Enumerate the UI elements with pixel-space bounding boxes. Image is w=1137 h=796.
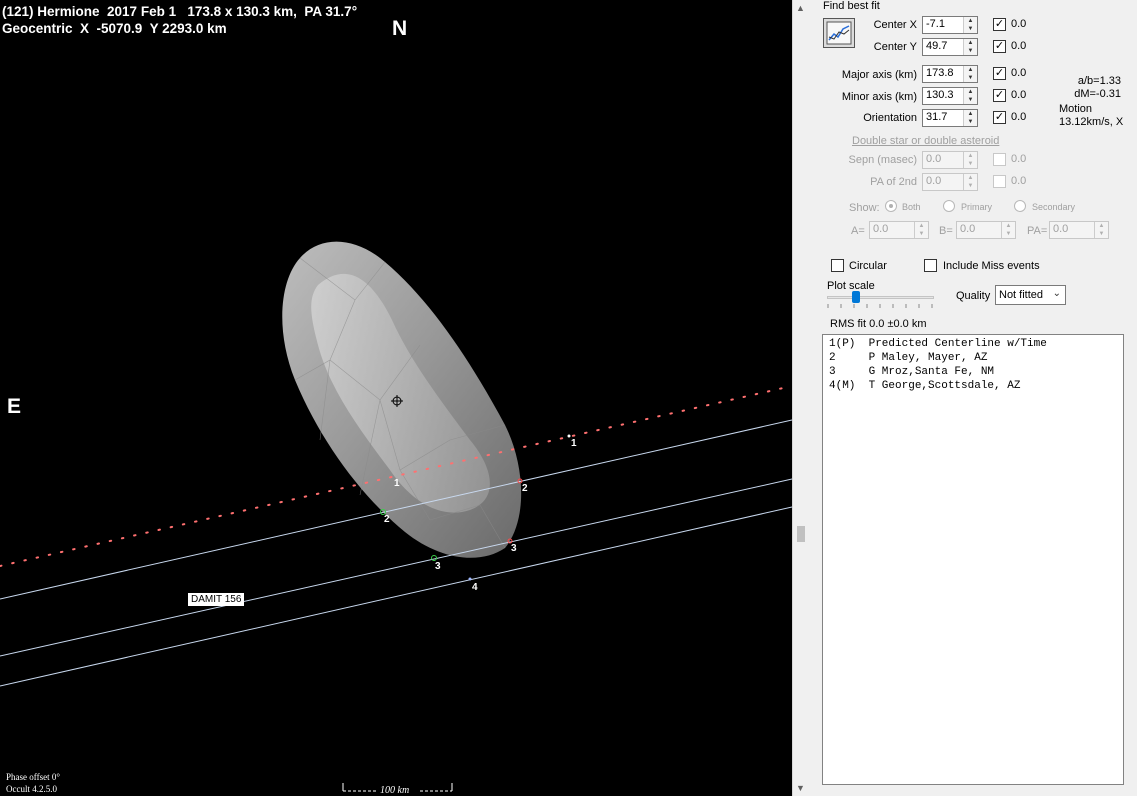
chord-label: 2 xyxy=(522,483,528,494)
pa2-label: PA of 2nd xyxy=(870,176,917,188)
list-item[interactable]: 2 P Maley, Mayer, AZ xyxy=(829,352,987,364)
version-label: Occult 4.2.5.0 xyxy=(6,784,57,794)
scale-label: 100 km xyxy=(380,785,410,796)
chord-label: 3 xyxy=(435,561,441,572)
pa-label: PA= xyxy=(1027,225,1048,237)
chord-label: 1 xyxy=(571,438,577,449)
a-input[interactable]: 0.0 ▲ ▼ xyxy=(869,221,929,239)
circular-checkbox[interactable] xyxy=(831,259,844,272)
pa2-checkbox[interactable] xyxy=(993,175,1006,188)
vertical-scrollbar[interactable]: ▲ ▼ xyxy=(792,0,809,796)
list-item[interactable]: 3 G Mroz,Santa Fe, NM xyxy=(829,366,994,378)
list-item[interactable]: 4(M) T George,Scottsdale, AZ xyxy=(829,380,1020,392)
chevron-down-icon: ⌄ xyxy=(1052,288,1061,299)
phase-offset: Phase offset 0° xyxy=(6,772,60,782)
chord-label: 3 xyxy=(511,543,517,554)
major-axis-input[interactable]: 173.8 ▲ ▼ xyxy=(922,65,978,83)
sepn-label: Sepn (masec) xyxy=(848,154,917,166)
plot-scale-label: Plot scale xyxy=(827,280,875,292)
minor-axis-fit-value: 0.0 xyxy=(1011,89,1027,101)
center-y-label: Center Y xyxy=(873,41,917,53)
major-axis-label: Major axis (km) xyxy=(841,69,917,81)
list-item[interactable]: 1(P) Predicted Centerline w/Time xyxy=(829,338,1047,350)
occultation-plot[interactable]: (121) Hermione 2017 Feb 1 173.8 x 130.3 … xyxy=(0,0,792,796)
sepn-checkbox[interactable] xyxy=(993,153,1006,166)
asteroid-shape-model xyxy=(282,241,522,558)
north-label: N xyxy=(392,17,408,40)
a-label: A= xyxy=(851,225,865,237)
scroll-down-icon[interactable]: ▼ xyxy=(796,783,805,793)
fit-panel: Find best fit Center X -7.1 ▲ ▼ ✓ 0.0 Cent… xyxy=(809,0,1137,796)
orientation-fit-value: 0.0 xyxy=(1011,111,1027,123)
show-label: Show: xyxy=(849,202,880,214)
center-x-label: Center X xyxy=(873,19,917,31)
include-miss-label: Include Miss events xyxy=(943,260,1040,272)
double-star-link[interactable]: Double star or double asteroid xyxy=(852,135,999,147)
major-axis-fit-value: 0.0 xyxy=(1011,67,1027,79)
circular-label: Circular xyxy=(849,260,887,272)
pa2-input[interactable]: 0.0 ▲ ▼ xyxy=(922,173,978,191)
center-y-fit-value: 0.0 xyxy=(1011,40,1027,52)
quality-label: Quality xyxy=(956,290,991,302)
center-x-checkbox[interactable]: ✓ xyxy=(993,18,1006,31)
pa2-fit-value: 0.0 xyxy=(1011,175,1027,187)
orientation-label: Orientation xyxy=(863,112,917,124)
b-label: B= xyxy=(939,225,953,237)
orientation-input[interactable]: 31.7 ▲ ▼ xyxy=(922,109,978,127)
plot-scale-thumb[interactable] xyxy=(852,291,860,303)
center-x-fit-value: 0.0 xyxy=(1011,18,1027,30)
east-label: E xyxy=(7,395,22,418)
center-x-input[interactable]: -7.1 ▲ ▼ xyxy=(922,16,978,34)
chord-label: 4 xyxy=(472,582,478,593)
include-miss-checkbox[interactable] xyxy=(924,259,937,272)
sepn-fit-value: 0.0 xyxy=(1011,153,1027,165)
events-list[interactable]: 1(P) Predicted Centerline w/Time 2 P Mal… xyxy=(822,334,1124,785)
center-y-input[interactable]: 49.7 ▲ ▼ xyxy=(922,38,978,56)
plot-scale-track[interactable] xyxy=(827,296,934,299)
plot-title: (121) Hermione 2017 Feb 1 173.8 x 130.3 … xyxy=(2,4,358,19)
motion-value: 13.12km/s, X xyxy=(1059,116,1124,128)
motion-label: Motion xyxy=(1059,103,1093,115)
major-axis-checkbox[interactable]: ✓ xyxy=(993,67,1006,80)
b-input[interactable]: 0.0 ▲ ▼ xyxy=(956,221,1016,239)
sepn-input[interactable]: 0.0 ▲ ▼ xyxy=(922,151,978,169)
show-secondary-label: Secondary xyxy=(1032,202,1076,212)
scroll-thumb[interactable] xyxy=(797,526,805,542)
show-primary-label: Primary xyxy=(961,202,992,212)
axis-ratio: a/b=1.33 xyxy=(1077,75,1121,87)
chord-label: 2 xyxy=(384,514,390,525)
minor-axis-input[interactable]: 130.3 ▲ ▼ xyxy=(922,87,978,105)
center-y-checkbox[interactable]: ✓ xyxy=(993,40,1006,53)
show-primary-radio[interactable] xyxy=(943,200,955,212)
geocentric-position: Geocentric X -5070.9 Y 2293.0 km xyxy=(2,21,227,36)
show-secondary-radio[interactable] xyxy=(1014,200,1026,212)
show-both-radio[interactable] xyxy=(885,200,897,212)
chord-line-4 xyxy=(0,506,792,687)
orientation-checkbox[interactable]: ✓ xyxy=(993,111,1006,124)
plot-scale-ticks xyxy=(827,304,933,308)
show-both-label: Both xyxy=(902,202,921,212)
chord-label: 1 xyxy=(394,478,400,489)
delta-magnitude: dM=-0.31 xyxy=(1074,88,1121,100)
scroll-up-icon[interactable]: ▲ xyxy=(796,3,805,13)
group-title: Find best fit xyxy=(823,0,880,12)
plot-canvas xyxy=(0,241,792,792)
shape-model-label: DAMIT 156 xyxy=(188,593,245,606)
quality-select[interactable]: Not fitted ⌄ xyxy=(995,285,1066,305)
pa-input[interactable]: 0.0 ▲ ▼ xyxy=(1049,221,1109,239)
minor-axis-label: Minor axis (km) xyxy=(841,91,917,103)
rms-fit: RMS fit 0.0 ±0.0 km xyxy=(830,318,927,330)
minor-axis-checkbox[interactable]: ✓ xyxy=(993,89,1006,102)
